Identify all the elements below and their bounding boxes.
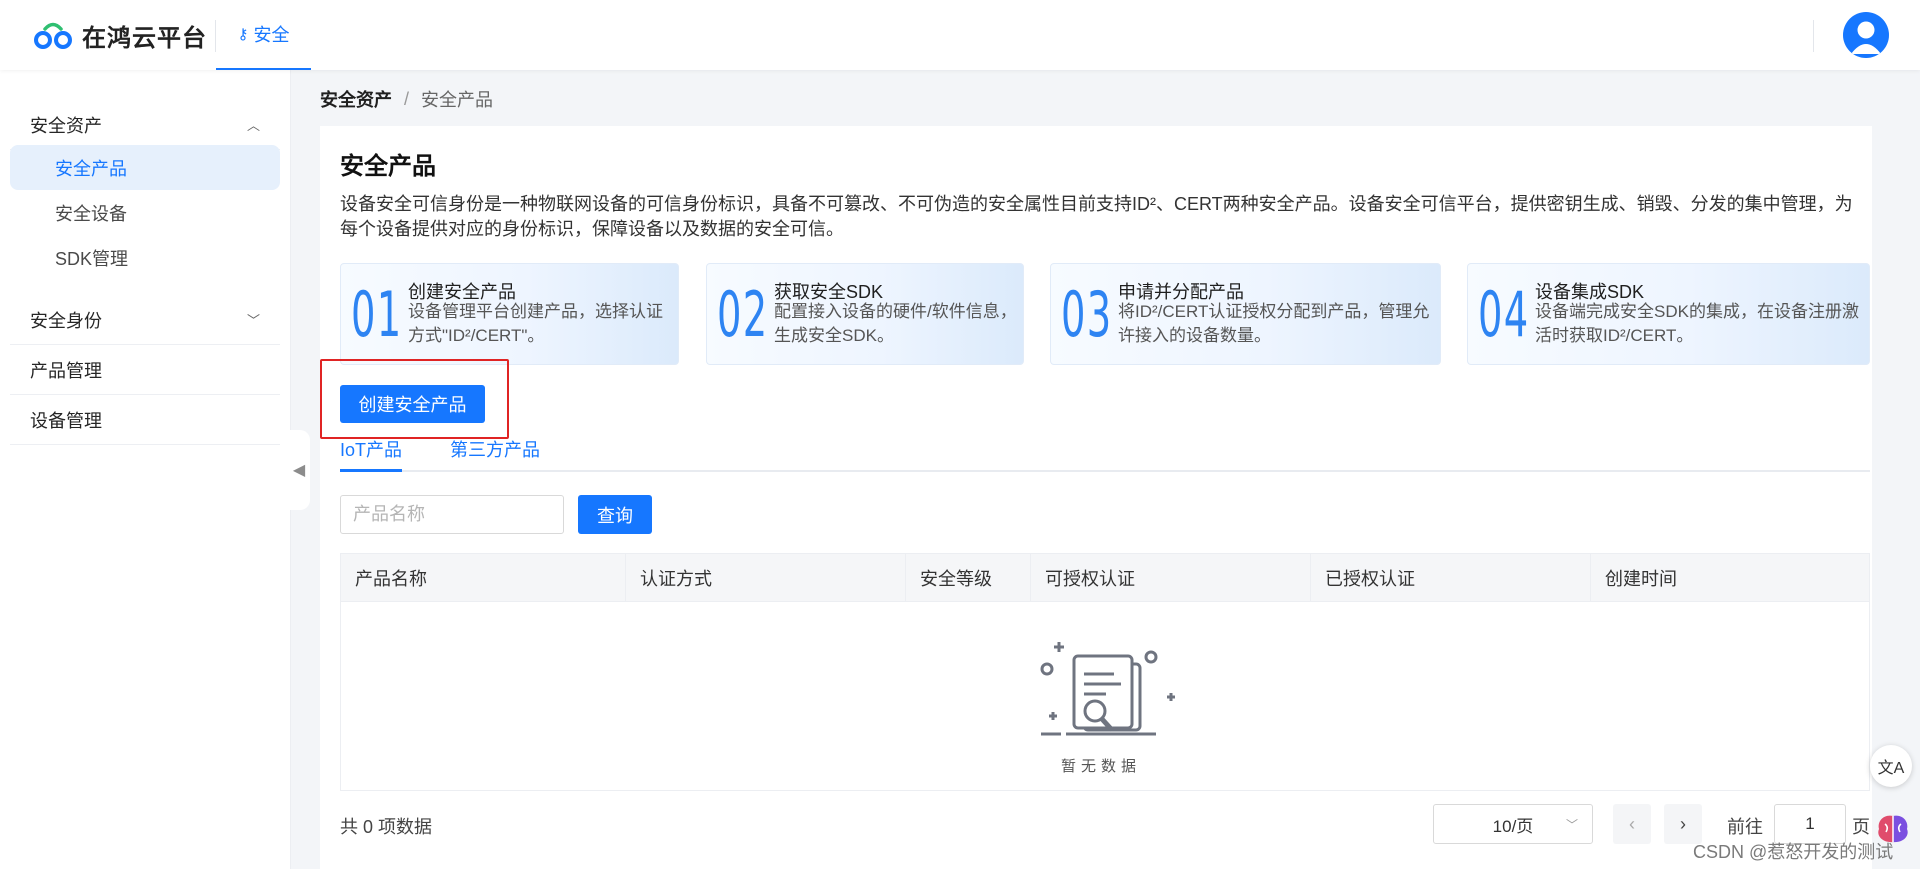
goto-label: 前往: [1727, 817, 1763, 837]
step-number: 01: [351, 278, 403, 351]
column-header-product-name: 产品名称: [341, 554, 626, 602]
sidebar-group-device-management[interactable]: 设备管理: [10, 395, 280, 445]
chevron-down-icon: ﹀: [246, 313, 260, 328]
sidebar-group-label: 安全资产: [30, 115, 102, 136]
page-description: 设备安全可信身份是一种物联网设备的可信身份标识，具备不可篡改、不可伪造的安全属性…: [340, 194, 1853, 239]
step-number: 02: [717, 278, 769, 351]
page-size-select[interactable]: 10/页 ﹀: [1433, 804, 1593, 844]
tab-third-party-products[interactable]: 第三方产品: [450, 436, 540, 462]
column-header-created-time: 创建时间: [1605, 569, 1677, 589]
column-header-security-level: 安全等级: [906, 554, 1031, 602]
translate-float-button[interactable]: 文A: [1870, 745, 1912, 787]
breadcrumb: 安全资产 / 安全产品: [320, 86, 493, 112]
translate-icon: 文A: [1877, 760, 1905, 777]
step-description: 设备端完成安全SDK的集成，在设备注册激活时获取ID²/CERT。: [1535, 302, 1859, 345]
caret-left-icon: ◀: [292, 462, 306, 479]
step-description: 配置接入设备的硬件/软件信息，生成安全SDK。: [774, 302, 1017, 345]
page-size-value: 10/页: [1492, 816, 1534, 836]
product-name-search-input[interactable]: [340, 495, 564, 534]
sidebar-group-security-identity[interactable]: 安全身份 ﹀: [10, 295, 280, 345]
key-icon: ⚷: [237, 26, 249, 43]
sidebar-group-label: 设备管理: [30, 410, 102, 431]
total-count: 共 0 项数据: [340, 817, 433, 837]
avatar[interactable]: [1843, 12, 1889, 58]
logo-text: 在鸿云平台: [82, 24, 207, 52]
step-card-3: 03 申请并分配产品 将ID²/CERT认证授权分配到产品，管理允许接入的设备数…: [1050, 263, 1441, 365]
empty-state-text: 暂无数据: [1060, 758, 1141, 775]
logo[interactable]: 在鸿云平台: [32, 18, 207, 52]
products-table: 产品名称 认证方式 安全等级 可授权认证 已授权认证 创建时间 暂无数据: [340, 553, 1870, 791]
step-number: 04: [1478, 278, 1530, 351]
divider: [1813, 20, 1814, 52]
step-card-1: 01 创建安全产品 设备管理平台创建产品，选择认证方式"ID²/CERT"。: [340, 263, 679, 365]
sidebar-item-label: 安全设备: [55, 203, 127, 224]
top-bar: 在鸿云平台 ⚷ 安全: [0, 0, 1920, 70]
column-header-auth-method: 认证方式: [626, 554, 906, 602]
breadcrumb-root[interactable]: 安全资产: [320, 86, 392, 112]
prev-page-button[interactable]: ‹: [1613, 804, 1651, 844]
goto-suffix: 页: [1852, 817, 1870, 837]
sidebar-collapse-handle[interactable]: ◀: [288, 430, 310, 510]
watermark: CSDN @惹怒开发的测试: [1693, 842, 1894, 862]
tab-iot-products[interactable]: IoT产品: [340, 436, 403, 472]
sidebar-item-security-devices[interactable]: 安全设备: [10, 190, 280, 235]
page-title: 安全产品: [340, 153, 436, 180]
sidebar-group-label: 产品管理: [30, 360, 102, 381]
top-nav-label: 安全: [253, 25, 290, 45]
create-security-product-button[interactable]: 创建安全产品: [340, 385, 485, 423]
chevron-right-icon: ›: [1680, 813, 1686, 834]
query-button[interactable]: 查询: [578, 495, 652, 534]
chevron-up-icon: ︿: [246, 118, 260, 133]
sidebar: 安全资产 ︿ 安全产品 安全设备 SDK管理 安全身份 ﹀ 产品管理 设备管理: [0, 70, 291, 869]
sidebar-item-security-products[interactable]: 安全产品: [10, 145, 280, 190]
step-description: 设备管理平台创建产品，选择认证方式"ID²/CERT"。: [408, 302, 663, 345]
column-header-authorized: 已授权认证: [1311, 554, 1591, 602]
no-data-icon: [1040, 642, 1175, 736]
breadcrumb-separator: /: [404, 88, 410, 109]
sidebar-group-product-management[interactable]: 产品管理: [10, 345, 280, 395]
table-header: 产品名称 认证方式 安全等级 可授权认证 已授权认证 创建时间: [341, 554, 1869, 602]
empty-state: 暂无数据: [1001, 624, 1201, 775]
sidebar-item-label: SDK管理: [55, 248, 129, 269]
step-description: 将ID²/CERT认证授权分配到产品，管理允许接入的设备数量。: [1118, 302, 1430, 345]
cloud-logo-icon: [34, 22, 72, 49]
sidebar-item-sdk-management[interactable]: SDK管理: [10, 235, 280, 280]
sidebar-item-label: 安全产品: [55, 158, 127, 179]
user-icon: [1851, 21, 1881, 54]
column-header-authorizable: 可授权认证: [1031, 554, 1311, 602]
step-card-2: 02 获取安全SDK 配置接入设备的硬件/软件信息，生成安全SDK。: [706, 263, 1024, 365]
sidebar-group-label: 安全身份: [30, 310, 102, 331]
chevron-left-icon: ‹: [1629, 813, 1635, 834]
step-card-4: 04 设备集成SDK 设备端完成安全SDK的集成，在设备注册激活时获取ID²/C…: [1467, 263, 1870, 365]
step-number: 03: [1061, 278, 1113, 351]
top-nav-security[interactable]: ⚷ 安全: [216, 0, 311, 70]
chevron-down-icon: ﹀: [1565, 817, 1578, 832]
breadcrumb-current: 安全产品: [421, 90, 494, 110]
sidebar-group-security-assets[interactable]: 安全资产 ︿: [10, 100, 280, 150]
tabs: IoT产品 第三方产品: [340, 434, 1870, 472]
